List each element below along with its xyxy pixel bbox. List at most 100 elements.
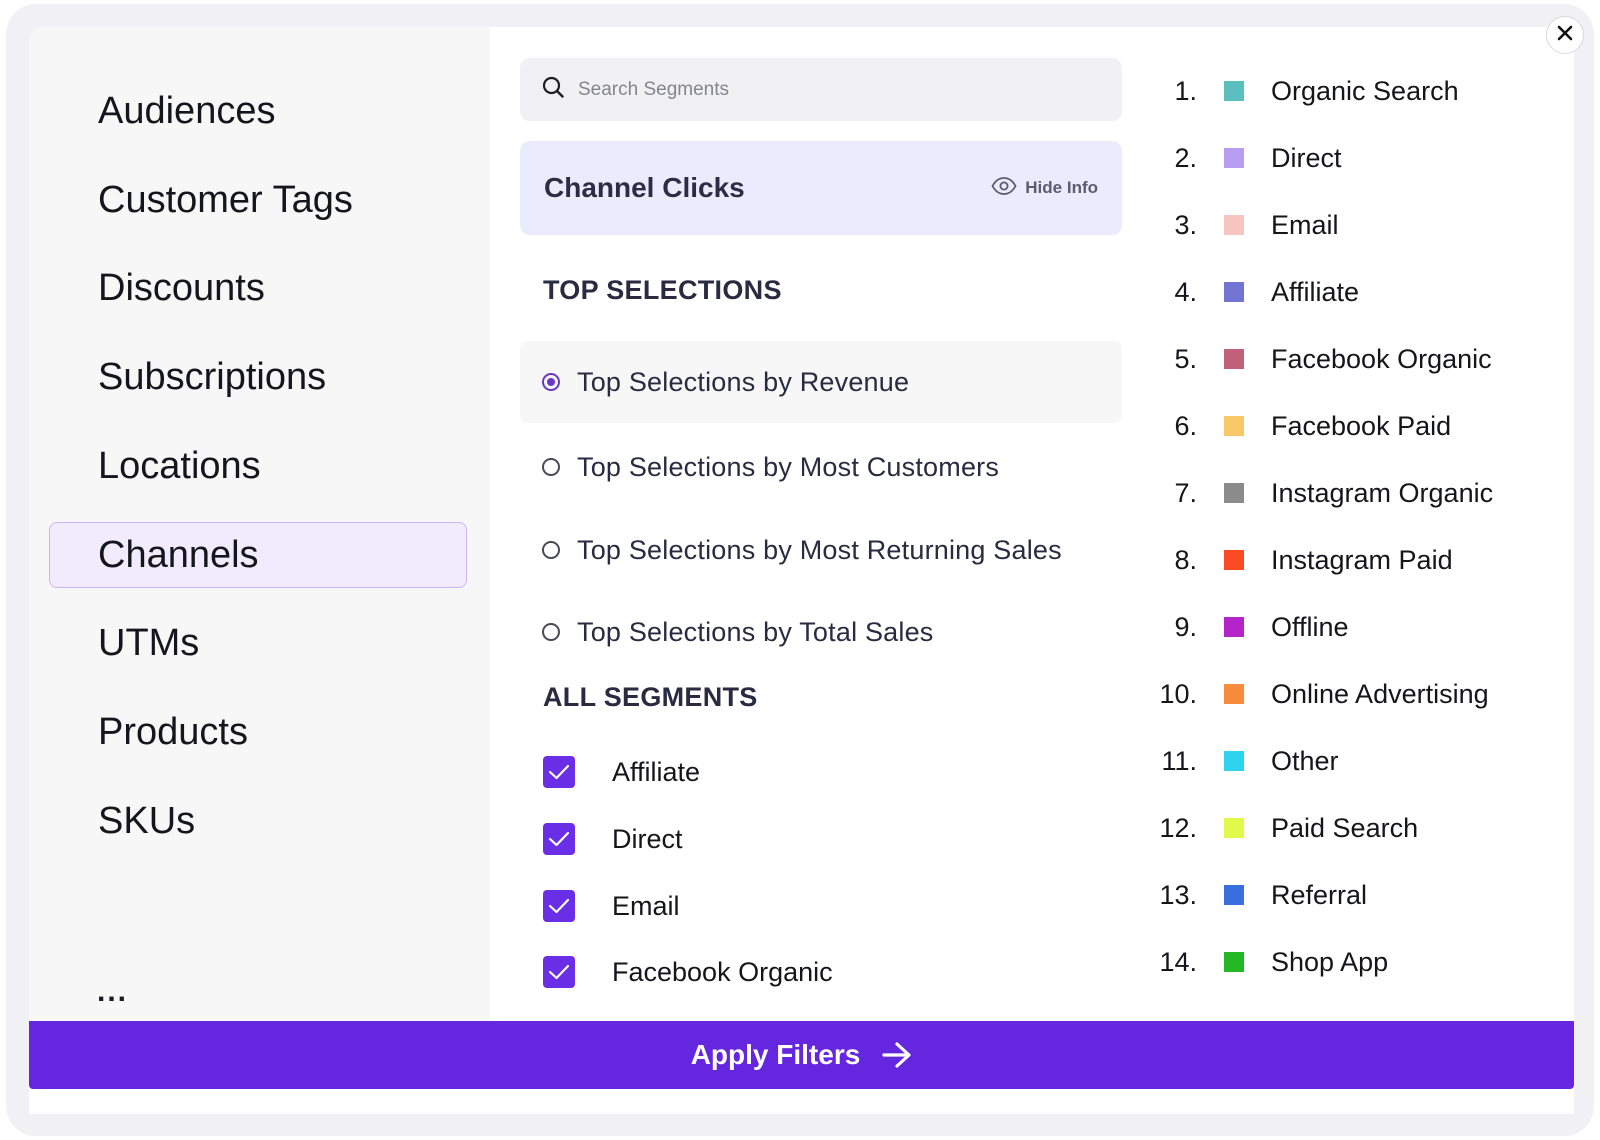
legend-label: Paid Search — [1271, 812, 1419, 843]
sidebar-item-subscriptions[interactable]: Subscriptions — [49, 344, 467, 410]
all-segments-heading: ALL SEGMENTS — [543, 682, 758, 712]
legend-label: Shop App — [1271, 946, 1389, 977]
more-items-button[interactable]: ... — [97, 975, 128, 1009]
legend-number: 9. — [1174, 611, 1197, 642]
checkbox-label: Direct — [612, 823, 683, 854]
sidebar-item-label: UTMs — [98, 621, 200, 664]
legend-label: Facebook Organic — [1271, 343, 1492, 374]
search-icon — [542, 76, 564, 103]
search-field[interactable] — [520, 58, 1122, 121]
legend-label: Instagram Organic — [1271, 477, 1494, 508]
checkbox-label: Email — [612, 890, 680, 921]
info-card-title: Channel Clicks — [544, 172, 745, 203]
radio-option[interactable]: Top Selections by Most Returning Sales — [520, 509, 1122, 591]
legend-number: 7. — [1174, 477, 1197, 508]
color-swatch — [1224, 483, 1244, 503]
segment-checkbox-row[interactable]: Direct — [543, 819, 683, 859]
checkmark-icon — [548, 764, 570, 780]
color-swatch — [1224, 148, 1244, 168]
legend-number: 3. — [1174, 209, 1197, 240]
radio-option[interactable]: Top Selections by Most Customers — [520, 426, 1122, 508]
close-button[interactable] — [1546, 16, 1584, 54]
legend-label: Direct — [1271, 142, 1342, 173]
checkbox[interactable] — [543, 956, 575, 988]
sidebar-item-audiences[interactable]: Audiences — [49, 78, 467, 144]
color-swatch — [1224, 952, 1244, 972]
legend-item: 13. Referral — [1139, 875, 1367, 915]
legend-item: 8. Instagram Paid — [1139, 540, 1453, 580]
checkbox[interactable] — [543, 823, 575, 855]
color-swatch — [1224, 617, 1244, 637]
checkmark-icon — [548, 831, 570, 847]
radio-option[interactable]: Top Selections by Revenue — [520, 341, 1122, 423]
apply-filters-label: Apply Filters — [690, 1039, 861, 1070]
apply-filters-button[interactable]: Apply Filters — [29, 1021, 1574, 1089]
legend-item: 2. Direct — [1139, 138, 1342, 178]
legend-number: 11. — [1161, 745, 1197, 776]
color-swatch — [1224, 885, 1244, 905]
legend-number: 6. — [1174, 410, 1197, 441]
eye-icon — [991, 176, 1017, 200]
segment-checkbox-row[interactable]: Email — [543, 886, 680, 926]
legend-number: 8. — [1174, 544, 1197, 575]
hide-info-label: Hide Info — [1025, 178, 1098, 197]
checkbox-label: Affiliate — [612, 756, 701, 787]
segment-checkbox-row[interactable]: Facebook Organic — [543, 952, 833, 992]
color-swatch — [1224, 818, 1244, 838]
color-swatch — [1224, 81, 1244, 101]
sidebar-item-locations[interactable]: Locations — [49, 433, 467, 499]
sidebar-item-products[interactable]: Products — [49, 699, 467, 765]
legend-number: 1. — [1174, 75, 1197, 106]
legend-number: 14. — [1159, 946, 1197, 977]
radio-label: Top Selections by Total Sales — [577, 616, 934, 647]
legend-item: 1. Organic Search — [1139, 71, 1459, 111]
checkbox[interactable] — [543, 890, 575, 922]
sidebar-item-skus[interactable]: SKUs — [49, 788, 467, 854]
legend-label: Online Advertising — [1271, 678, 1489, 709]
checkmark-icon — [548, 964, 570, 980]
radio-label: Top Selections by Most Customers — [577, 451, 1000, 482]
hide-info-button[interactable]: Hide Info — [991, 176, 1098, 200]
radio-button[interactable] — [542, 458, 560, 476]
radio-button[interactable] — [542, 373, 560, 391]
color-swatch — [1224, 349, 1244, 369]
sidebar-item-label: SKUs — [98, 799, 196, 842]
color-swatch — [1224, 684, 1244, 704]
filter-modal: Audiences Customer Tags Discounts Subscr… — [29, 27, 1574, 1114]
radio-option[interactable]: Top Selections by Total Sales — [520, 591, 1122, 673]
color-swatch — [1224, 550, 1244, 570]
legend-label: Email — [1271, 209, 1339, 240]
radio-button[interactable] — [542, 541, 560, 559]
sidebar-item-label: Customer Tags — [98, 178, 353, 221]
radio-label: Top Selections by Revenue — [577, 366, 910, 397]
checkmark-icon — [548, 898, 570, 914]
legend-item: 3. Email — [1139, 205, 1339, 245]
legend-label: Referral — [1271, 879, 1368, 910]
checkbox[interactable] — [543, 756, 575, 788]
checkbox-label: Facebook Organic — [612, 956, 833, 987]
legend-item: 9. Offline — [1139, 607, 1349, 647]
sidebar-item-discounts[interactable]: Discounts — [49, 255, 467, 321]
radio-button[interactable] — [542, 623, 560, 641]
legend-label: Affiliate — [1271, 276, 1360, 307]
color-swatch — [1224, 751, 1244, 771]
color-swatch — [1224, 416, 1244, 436]
legend-label: Other — [1271, 745, 1339, 776]
legend-number: 12. — [1159, 812, 1197, 843]
sidebar-item-customer-tags[interactable]: Customer Tags — [49, 167, 467, 233]
segment-checkbox-row[interactable]: Affiliate — [543, 752, 700, 792]
legend-item: 5. Facebook Organic — [1139, 339, 1492, 379]
search-input[interactable] — [578, 78, 1078, 101]
top-selections-heading: TOP SELECTIONS — [543, 275, 782, 305]
sidebar-item-label: Audiences — [98, 89, 276, 132]
sidebar-item-label: Locations — [98, 444, 261, 487]
segment-info-card: Channel Clicks Hide Info — [520, 141, 1122, 235]
close-icon — [1557, 25, 1573, 46]
sidebar-item-channels[interactable]: Channels — [49, 522, 467, 588]
color-swatch — [1224, 282, 1244, 302]
legend-label: Offline — [1271, 611, 1349, 642]
color-swatch — [1224, 215, 1244, 235]
legend-label: Instagram Paid — [1271, 544, 1453, 575]
legend-label: Organic Search — [1271, 75, 1459, 106]
sidebar-item-utms[interactable]: UTMs — [49, 610, 467, 676]
